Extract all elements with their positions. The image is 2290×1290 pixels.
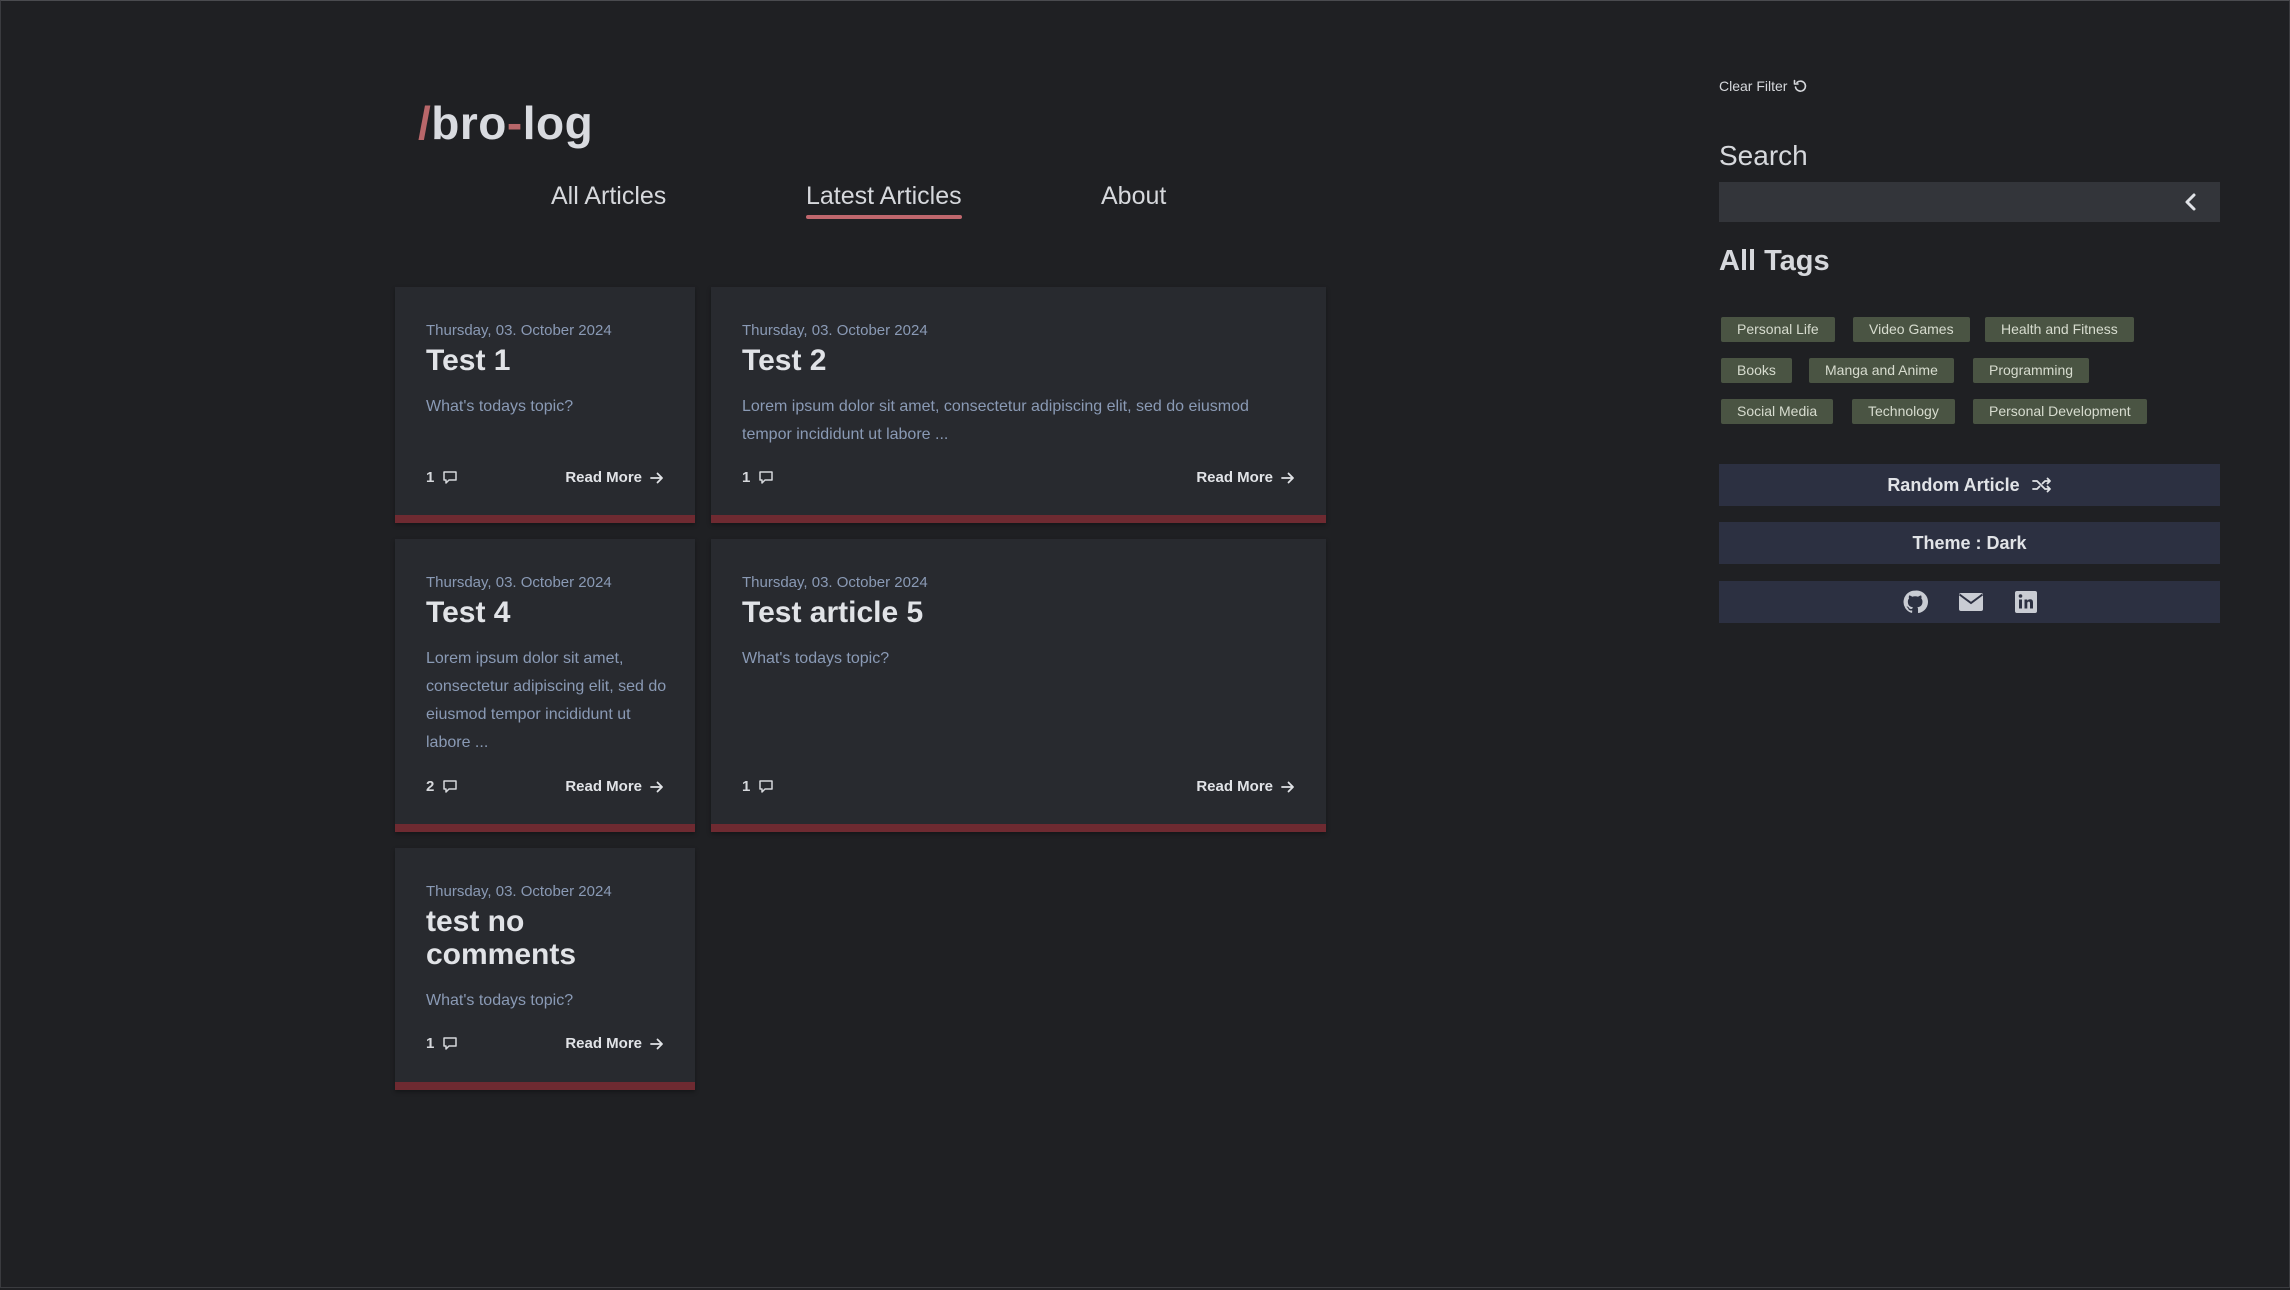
- tag-books[interactable]: Books: [1721, 358, 1792, 383]
- social-links: [1719, 581, 2220, 623]
- article-title[interactable]: Test 4: [426, 596, 675, 629]
- article-date: Thursday, 03. October 2024: [742, 322, 928, 339]
- arrow-right-icon: [650, 1037, 664, 1051]
- tag-health-and-fitness[interactable]: Health and Fitness: [1985, 317, 2134, 342]
- read-more-link[interactable]: Read More: [565, 1035, 664, 1052]
- site-logo[interactable]: /bro-log: [418, 96, 593, 150]
- tag-social-media[interactable]: Social Media: [1721, 399, 1834, 424]
- read-more-label: Read More: [565, 1035, 642, 1052]
- comment-count-value: 1: [742, 778, 751, 795]
- read-more-link[interactable]: Read More: [1196, 469, 1295, 486]
- article-card: Thursday, 03. October 2024 test no comme…: [395, 848, 695, 1090]
- article-date: Thursday, 03. October 2024: [426, 883, 612, 900]
- theme-label: Theme : Dark: [1912, 532, 2027, 553]
- article-card: Thursday, 03. October 2024 Test 2 Lorem …: [711, 287, 1326, 523]
- article-excerpt: Lorem ipsum dolor sit amet, consectetur …: [426, 650, 667, 751]
- comment-count[interactable]: 2: [426, 778, 458, 795]
- arrow-right-icon: [1281, 471, 1295, 485]
- random-article-button[interactable]: Random Article: [1719, 464, 2220, 506]
- article-excerpt: What's todays topic?: [426, 398, 574, 415]
- arrow-right-icon: [650, 471, 664, 485]
- article-date: Thursday, 03. October 2024: [426, 322, 612, 339]
- tags-heading: All Tags: [1719, 245, 1830, 277]
- tag-personal-life[interactable]: Personal Life: [1721, 317, 1835, 342]
- comment-count-value: 2: [426, 778, 435, 795]
- mail-icon[interactable]: [1958, 592, 1984, 612]
- nav-latest-articles[interactable]: Latest Articles: [806, 182, 962, 219]
- arrow-right-icon: [1281, 780, 1295, 794]
- reset-icon: [1793, 79, 1808, 94]
- tag-technology[interactable]: Technology: [1852, 399, 1955, 424]
- tag-personal-development[interactable]: Personal Development: [1973, 399, 2147, 424]
- logo-slash: /: [418, 97, 432, 149]
- comment-count-value: 1: [426, 469, 435, 486]
- comment-icon: [758, 779, 774, 794]
- tag-video-games[interactable]: Video Games: [1853, 317, 1970, 342]
- article-title[interactable]: Test article 5: [742, 596, 1306, 629]
- search-heading: Search: [1719, 140, 1808, 171]
- clear-filter-button[interactable]: Clear Filter: [1719, 78, 1808, 94]
- comment-count[interactable]: 1: [742, 778, 774, 795]
- article-title[interactable]: Test 1: [426, 344, 675, 377]
- clear-filter-label: Clear Filter: [1719, 78, 1788, 94]
- comment-count[interactable]: 1: [426, 1035, 458, 1052]
- comment-icon: [442, 779, 458, 794]
- tag-programming[interactable]: Programming: [1973, 358, 2090, 383]
- comment-icon: [442, 470, 458, 485]
- nav-all-articles[interactable]: All Articles: [551, 182, 666, 211]
- article-card: Thursday, 03. October 2024 Test 4 Lorem …: [395, 539, 695, 832]
- search-input[interactable]: [1719, 182, 2220, 222]
- article-card: Thursday, 03. October 2024 Test article …: [711, 539, 1326, 832]
- read-more-link[interactable]: Read More: [1196, 778, 1295, 795]
- article-excerpt: What's todays topic?: [426, 992, 574, 1009]
- tag-manga-and-anime[interactable]: Manga and Anime: [1809, 358, 1954, 383]
- comment-count[interactable]: 1: [742, 469, 774, 486]
- article-date: Thursday, 03. October 2024: [426, 574, 612, 591]
- comment-count-value: 1: [742, 469, 751, 486]
- chevron-left-icon[interactable]: [2181, 191, 2201, 213]
- nav-about[interactable]: About: [1101, 182, 1166, 211]
- article-title[interactable]: Test 2: [742, 344, 1306, 377]
- linkedin-icon[interactable]: [2014, 590, 2038, 614]
- read-more-link[interactable]: Read More: [565, 469, 664, 486]
- article-title[interactable]: test no comments: [426, 905, 635, 971]
- logo-part2: log: [522, 97, 594, 149]
- comment-icon: [758, 470, 774, 485]
- logo-dash: -: [506, 97, 523, 149]
- arrow-right-icon: [650, 780, 664, 794]
- comment-count-value: 1: [426, 1035, 435, 1052]
- comment-count[interactable]: 1: [426, 469, 458, 486]
- logo-part1: bro: [431, 97, 507, 149]
- article-excerpt: Lorem ipsum dolor sit amet, consectetur …: [742, 398, 1249, 443]
- read-more-label: Read More: [1196, 778, 1273, 795]
- article-date: Thursday, 03. October 2024: [742, 574, 928, 591]
- comment-icon: [442, 1036, 458, 1051]
- read-more-label: Read More: [565, 778, 642, 795]
- theme-toggle-button[interactable]: Theme : Dark: [1719, 522, 2220, 564]
- read-more-label: Read More: [1196, 469, 1273, 486]
- random-article-label: Random Article: [1887, 474, 2020, 495]
- article-card: Thursday, 03. October 2024 Test 1 What's…: [395, 287, 695, 523]
- github-icon[interactable]: [1902, 589, 1928, 615]
- main-nav: All Articles Latest Articles About: [0, 182, 1340, 222]
- read-more-link[interactable]: Read More: [565, 778, 664, 795]
- shuffle-icon: [2031, 477, 2052, 493]
- read-more-label: Read More: [565, 469, 642, 486]
- article-excerpt: What's todays topic?: [742, 650, 890, 667]
